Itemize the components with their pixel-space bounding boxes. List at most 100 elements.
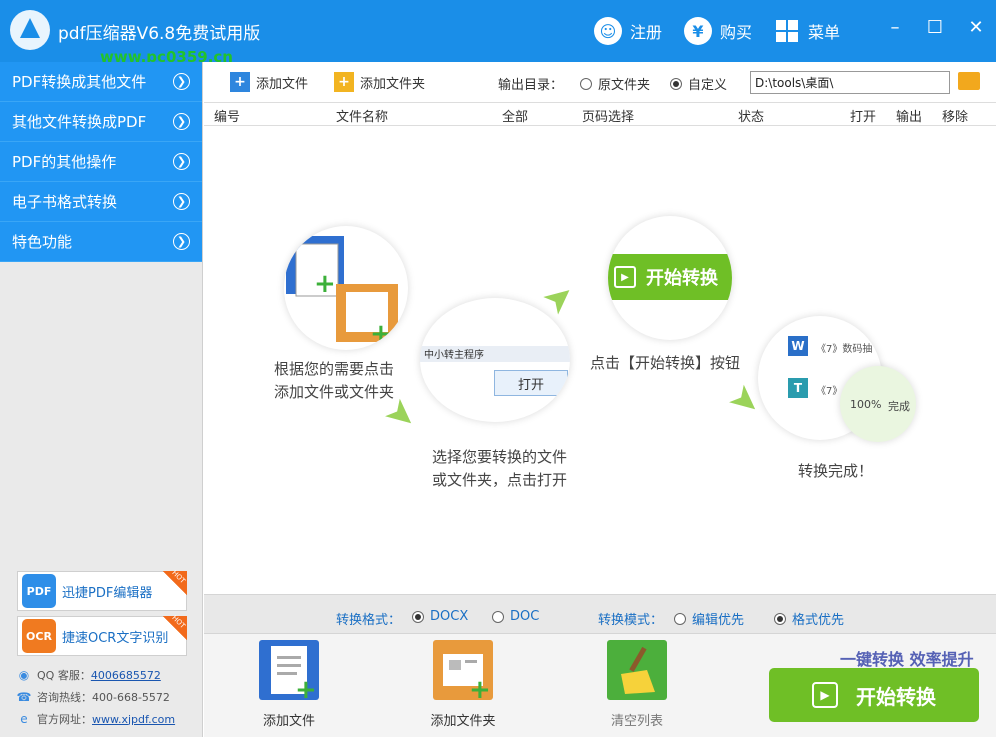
promo-ocr[interactable]: OCR 捷速OCR文字识别 HOT: [17, 614, 187, 656]
step1-text: 根据您的需要点击 添加文件或文件夹: [274, 360, 395, 401]
radio-original-folder[interactable]: 原文件夹: [580, 74, 650, 93]
close-icon[interactable]: ✕: [963, 14, 989, 40]
word-icon: W: [788, 336, 808, 356]
yen-icon: ¥: [684, 17, 712, 45]
progress-bubble: 100% 完成: [840, 366, 916, 442]
svg-text:+: +: [469, 675, 491, 700]
hotline: ☎ 咨询热线：400-668-5572: [16, 690, 170, 704]
radio-button[interactable]: [674, 612, 686, 625]
broom-icon: [607, 640, 667, 700]
col-open: 打开: [850, 110, 877, 125]
chevron-right-icon: ❯: [173, 233, 190, 250]
sidebar-item-pdf-other-ops[interactable]: PDF的其他操作 ❯: [0, 142, 202, 182]
file-list-area[interactable]: + + 根据您的需要点击 添加文件或文件夹 ➤ 中小转主程序 打开 选择您要转换…: [204, 126, 996, 594]
sidebar-item-features[interactable]: 特色功能 ❯: [0, 222, 202, 262]
buy-label: 购买: [720, 23, 753, 42]
register-label: 注册: [630, 23, 663, 42]
sidebar-item-label: 其他文件转换成PDF: [12, 113, 147, 131]
toolbar: + 添加文件 + 添加文件夹 输出目录： 原文件夹 自定义: [204, 62, 996, 102]
col-status: 状态: [738, 110, 765, 125]
sidebar-item-label: 电子书格式转换: [12, 193, 118, 211]
add-folder-button[interactable]: + 添加文件夹: [334, 70, 425, 94]
title-bar: pdf压缩器V6.8免费试用版 www.pc0359.cn ☺ 注册 ¥ 购买 …: [0, 0, 996, 66]
radio-button[interactable]: [670, 77, 682, 90]
chevron-right-icon: ❯: [173, 153, 190, 170]
step3-text: 点击【开始转换】按钮: [590, 354, 741, 372]
menu-label: 菜单: [808, 23, 841, 42]
step1-illustration: + +: [284, 226, 408, 350]
radio-button[interactable]: [412, 610, 424, 623]
radio-docx[interactable]: DOCX: [412, 609, 468, 624]
start-convert-button[interactable]: ▶ 开始转换: [769, 668, 979, 722]
sidebar-item-label: 特色功能: [12, 233, 73, 251]
add-file-icon: +: [259, 640, 319, 700]
headset-icon: ☎: [16, 690, 32, 704]
pdf-editor-icon: PDF: [22, 574, 56, 608]
chevron-right-icon: ❯: [173, 193, 190, 210]
promo-label: 捷速OCR文字识别: [62, 630, 169, 646]
action-bar: + 添加文件 + 添加文件夹 清空列表 一键转换 效率提升 ▶ 开始转换: [204, 634, 996, 737]
mode-label: 转换模式：: [598, 613, 664, 628]
start-preview: ▶ 开始转换: [608, 254, 732, 300]
col-output: 输出: [896, 110, 923, 125]
register-button[interactable]: ☺ 注册: [594, 16, 662, 46]
website-link[interactable]: www.xjpdf.com: [92, 713, 175, 726]
add-file-folder-icon: + +: [286, 236, 398, 349]
svg-text:+: +: [370, 319, 392, 349]
col-pages: 页码选择: [582, 110, 635, 125]
qq-link[interactable]: 4006685572: [91, 669, 161, 682]
svg-text:+: +: [314, 269, 336, 299]
add-folder-icon: +: [433, 640, 493, 700]
sidebar-item-other-to-pdf[interactable]: 其他文件转换成PDF ❯: [0, 102, 202, 142]
col-all[interactable]: 全部: [502, 106, 528, 125]
promo-label: 迅捷PDF编辑器: [62, 585, 153, 601]
add-folder-action-button[interactable]: + 添加文件夹: [418, 640, 508, 729]
sidebar: PDF转换成其他文件 ❯ 其他文件转换成PDF ❯ PDF的其他操作 ❯ 电子书…: [0, 62, 203, 737]
radio-custom[interactable]: 自定义: [670, 74, 727, 93]
browse-folder-icon[interactable]: [958, 72, 980, 90]
file-table-header: 编号 文件名称 全部 页码选择 状态 打开 输出 移除: [204, 102, 996, 126]
sidebar-item-label: PDF的其他操作: [12, 153, 117, 171]
user-add-icon: ☺: [594, 17, 622, 45]
sidebar-item-label: PDF转换成其他文件: [12, 73, 147, 91]
website: e 官方网址： www.xjpdf.com: [17, 711, 175, 727]
app-logo-icon: [10, 10, 50, 50]
radio-button[interactable]: [774, 612, 786, 625]
options-bar: 转换格式： DOCX DOC 转换模式： 编辑优先 格式优先: [204, 594, 996, 634]
slogan: 一键转换 效率提升: [840, 650, 974, 669]
qq-icon: ◉: [18, 668, 30, 682]
ocr-icon: OCR: [22, 619, 56, 653]
play-icon: ▶: [614, 266, 636, 288]
maximize-icon[interactable]: ☐: [922, 14, 948, 40]
sidebar-item-pdf-to-other[interactable]: PDF转换成其他文件 ❯: [0, 62, 202, 102]
clear-list-button[interactable]: 清空列表: [592, 640, 682, 729]
step2-illustration: 中小转主程序 打开: [420, 298, 570, 422]
step2-text: 选择您要转换的文件 或文件夹，点击打开: [432, 448, 568, 489]
grid-icon: [776, 20, 798, 42]
col-index: 编号: [214, 110, 241, 125]
step3-illustration: ▶ 开始转换: [608, 216, 732, 340]
radio-button[interactable]: [492, 610, 504, 623]
promo-pdf-editor[interactable]: PDF 迅捷PDF编辑器 HOT: [17, 569, 187, 611]
txt-icon: T: [788, 378, 808, 398]
app-title: pdf压缩器V6.8免费试用版: [58, 24, 261, 44]
add-file-button[interactable]: + 添加文件: [230, 70, 308, 94]
buy-button[interactable]: ¥ 购买: [684, 16, 752, 46]
sidebar-item-ebook[interactable]: 电子书格式转换 ❯: [0, 182, 202, 222]
menu-button[interactable]: 菜单: [776, 16, 840, 46]
add-file-action-button[interactable]: + 添加文件: [244, 640, 334, 729]
hot-badge: HOT: [163, 614, 187, 640]
qq-contact: ◉ QQ 客服： 4006685572: [18, 668, 161, 682]
radio-doc[interactable]: DOC: [492, 609, 539, 624]
chevron-right-icon: ❯: [173, 113, 190, 130]
radio-edit-first[interactable]: 编辑优先: [674, 609, 744, 628]
step4-text: 转换完成！: [798, 462, 874, 480]
add-file-icon: +: [230, 72, 250, 92]
radio-format-first[interactable]: 格式优先: [774, 609, 844, 628]
output-path-input[interactable]: [750, 71, 950, 94]
minimize-icon[interactable]: –: [882, 14, 908, 40]
play-icon: ▶: [812, 682, 838, 708]
add-folder-icon: +: [334, 72, 354, 92]
radio-button[interactable]: [580, 77, 592, 90]
ie-icon: e: [20, 712, 28, 726]
